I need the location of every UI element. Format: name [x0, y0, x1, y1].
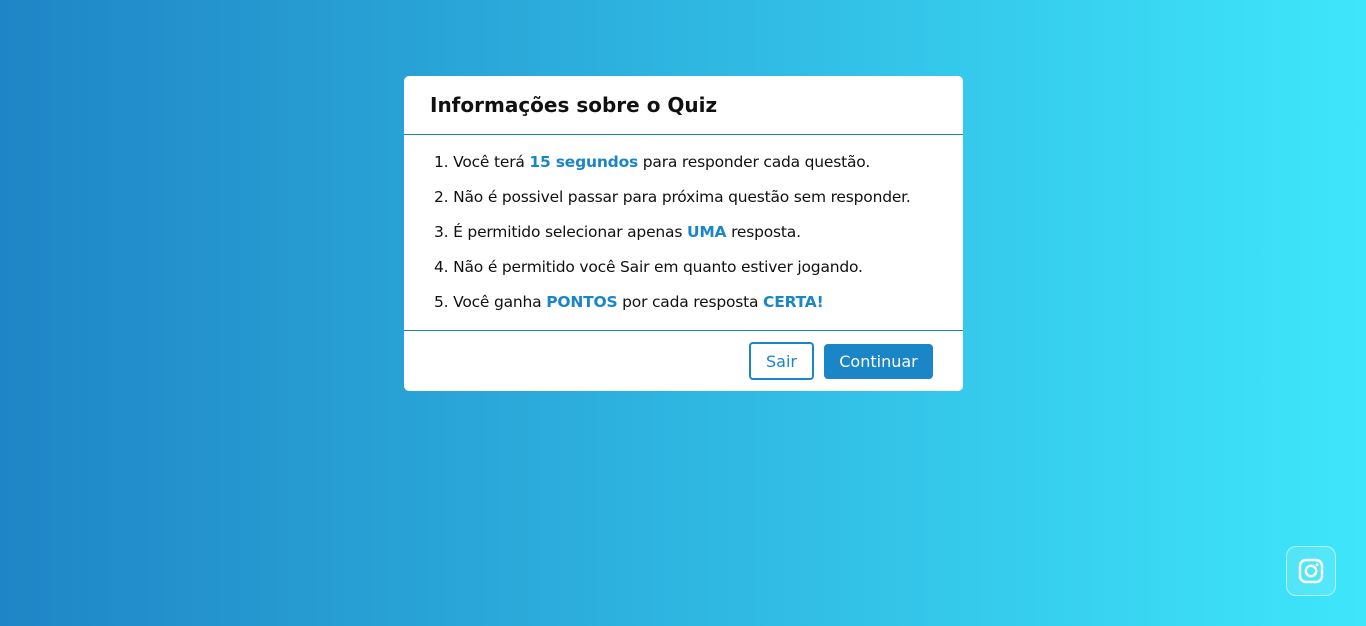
- instagram-button[interactable]: [1286, 546, 1336, 596]
- rule-text: 1. Você terá: [434, 153, 530, 171]
- quit-button[interactable]: Sair: [749, 342, 814, 380]
- rule-text: 3. É permitido selecionar apenas: [434, 223, 687, 241]
- rule-text: resposta.: [726, 223, 801, 241]
- quiz-info-box: Informações sobre o Quiz 1. Você terá 15…: [404, 76, 963, 391]
- continue-button[interactable]: Continuar: [824, 343, 933, 379]
- rule-text: 2. Não é possivel passar para próxima qu…: [434, 188, 911, 206]
- rule-item: 1. Você terá 15 segundos para responder …: [434, 152, 963, 187]
- instagram-icon: [1298, 558, 1324, 584]
- rule-highlight: PONTOS: [546, 293, 618, 311]
- rule-text: 5. Você ganha: [434, 293, 547, 311]
- info-title: Informações sobre o Quiz: [430, 93, 718, 117]
- button-bar: Sair Continuar: [404, 331, 963, 391]
- rule-highlight: UMA: [686, 223, 727, 241]
- info-title-bar: Informações sobre o Quiz: [404, 76, 963, 135]
- rule-text: para responder cada questão.: [638, 153, 871, 171]
- rule-item: 3. É permitido selecionar apenas UMA res…: [434, 222, 963, 257]
- rule-text: 4. Não é permitido você Sair em quanto e…: [434, 258, 863, 276]
- rule-text: por cada resposta: [617, 293, 764, 311]
- rule-item: 5. Você ganha PONTOS por cada resposta C…: [434, 292, 963, 327]
- rule-item: 4. Não é permitido você Sair em quanto e…: [434, 257, 963, 292]
- rule-highlight: CERTA!: [763, 293, 824, 311]
- rule-item: 2. Não é possivel passar para próxima qu…: [434, 187, 963, 222]
- rule-highlight: 15 segundos: [529, 153, 639, 171]
- rules-list: 1. Você terá 15 segundos para responder …: [404, 135, 963, 331]
